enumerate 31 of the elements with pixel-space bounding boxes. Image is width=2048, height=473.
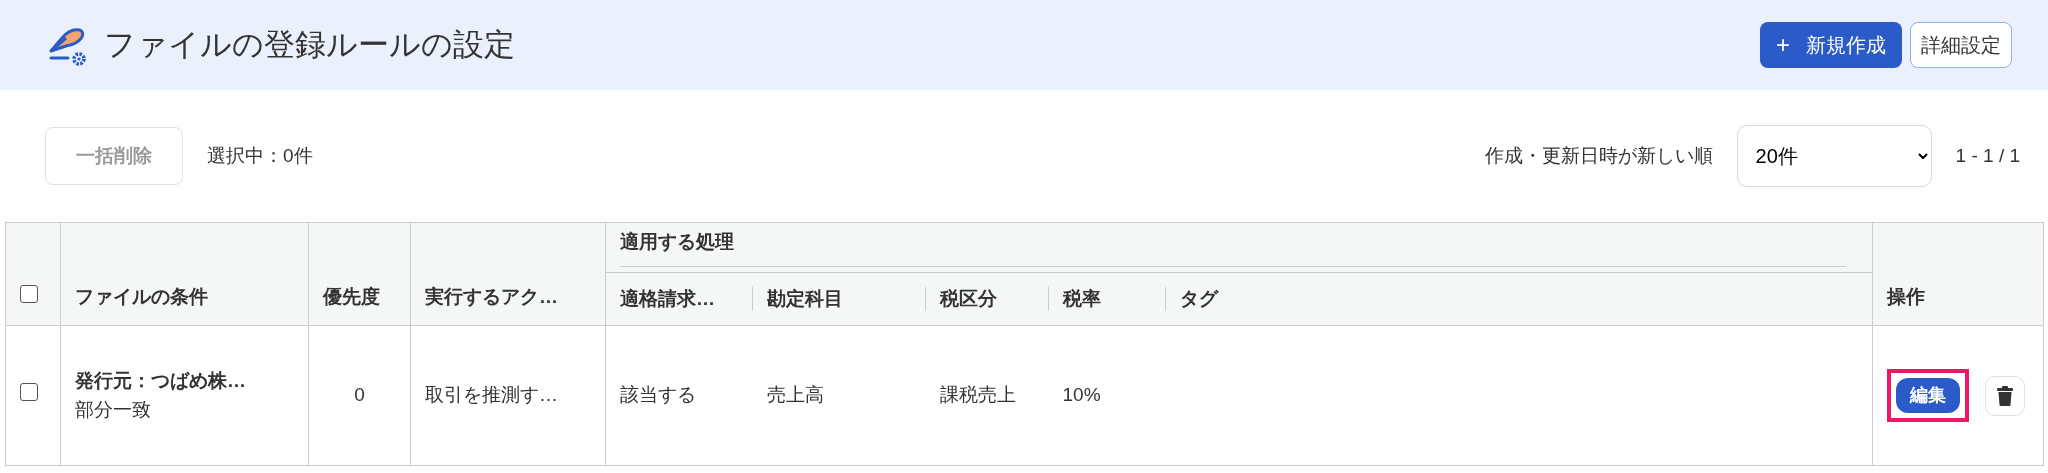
selection-count: 選択中：0件 xyxy=(207,143,313,168)
group-header: 適用する処理 xyxy=(620,230,734,252)
table-cell: 該当する xyxy=(620,384,696,406)
edit-button[interactable]: 編集 xyxy=(1896,378,1960,413)
new-button[interactable]: + 新規作成 xyxy=(1760,22,1902,68)
column-header: 操作 xyxy=(1887,285,1925,307)
column-header: タグ xyxy=(1179,287,1218,309)
column-header: 適格請求… xyxy=(620,287,715,309)
condition-text: 発行元：つばめ株… xyxy=(75,369,247,393)
table-cell: 課税売上 xyxy=(939,384,1016,406)
match-type-text: 部分一致 xyxy=(75,397,152,422)
table-cell: 売上高 xyxy=(766,384,824,406)
column-header: 優先度 xyxy=(323,285,380,307)
column-header: 税区分 xyxy=(939,287,997,309)
row-checkbox[interactable] xyxy=(20,383,38,402)
trash-icon xyxy=(1997,385,2013,406)
column-header: 税率 xyxy=(1062,287,1101,309)
plus-icon: + xyxy=(1776,33,1790,57)
per-page-select[interactable]: 20件 xyxy=(1736,125,1932,187)
table-cell: 10% xyxy=(1062,384,1101,406)
table-cell: 取引を推測す… xyxy=(425,384,558,406)
delete-button[interactable] xyxy=(1985,375,2025,416)
page-title: ファイルの登録ルールの設定 xyxy=(104,25,515,64)
column-header: ファイルの条件 xyxy=(75,285,208,307)
column-header: 勘定科目 xyxy=(766,287,843,309)
pagination-text: 1 - 1 / 1 xyxy=(1955,143,2020,168)
sort-label[interactable]: 作成・更新日時が新しい順 xyxy=(1484,141,1713,171)
select-all-checkbox[interactable] xyxy=(20,284,38,303)
column-header: 実行するアク… xyxy=(425,285,558,307)
table-cell: 0 xyxy=(354,384,365,406)
settings-button[interactable]: 詳細設定 xyxy=(1910,22,2012,68)
